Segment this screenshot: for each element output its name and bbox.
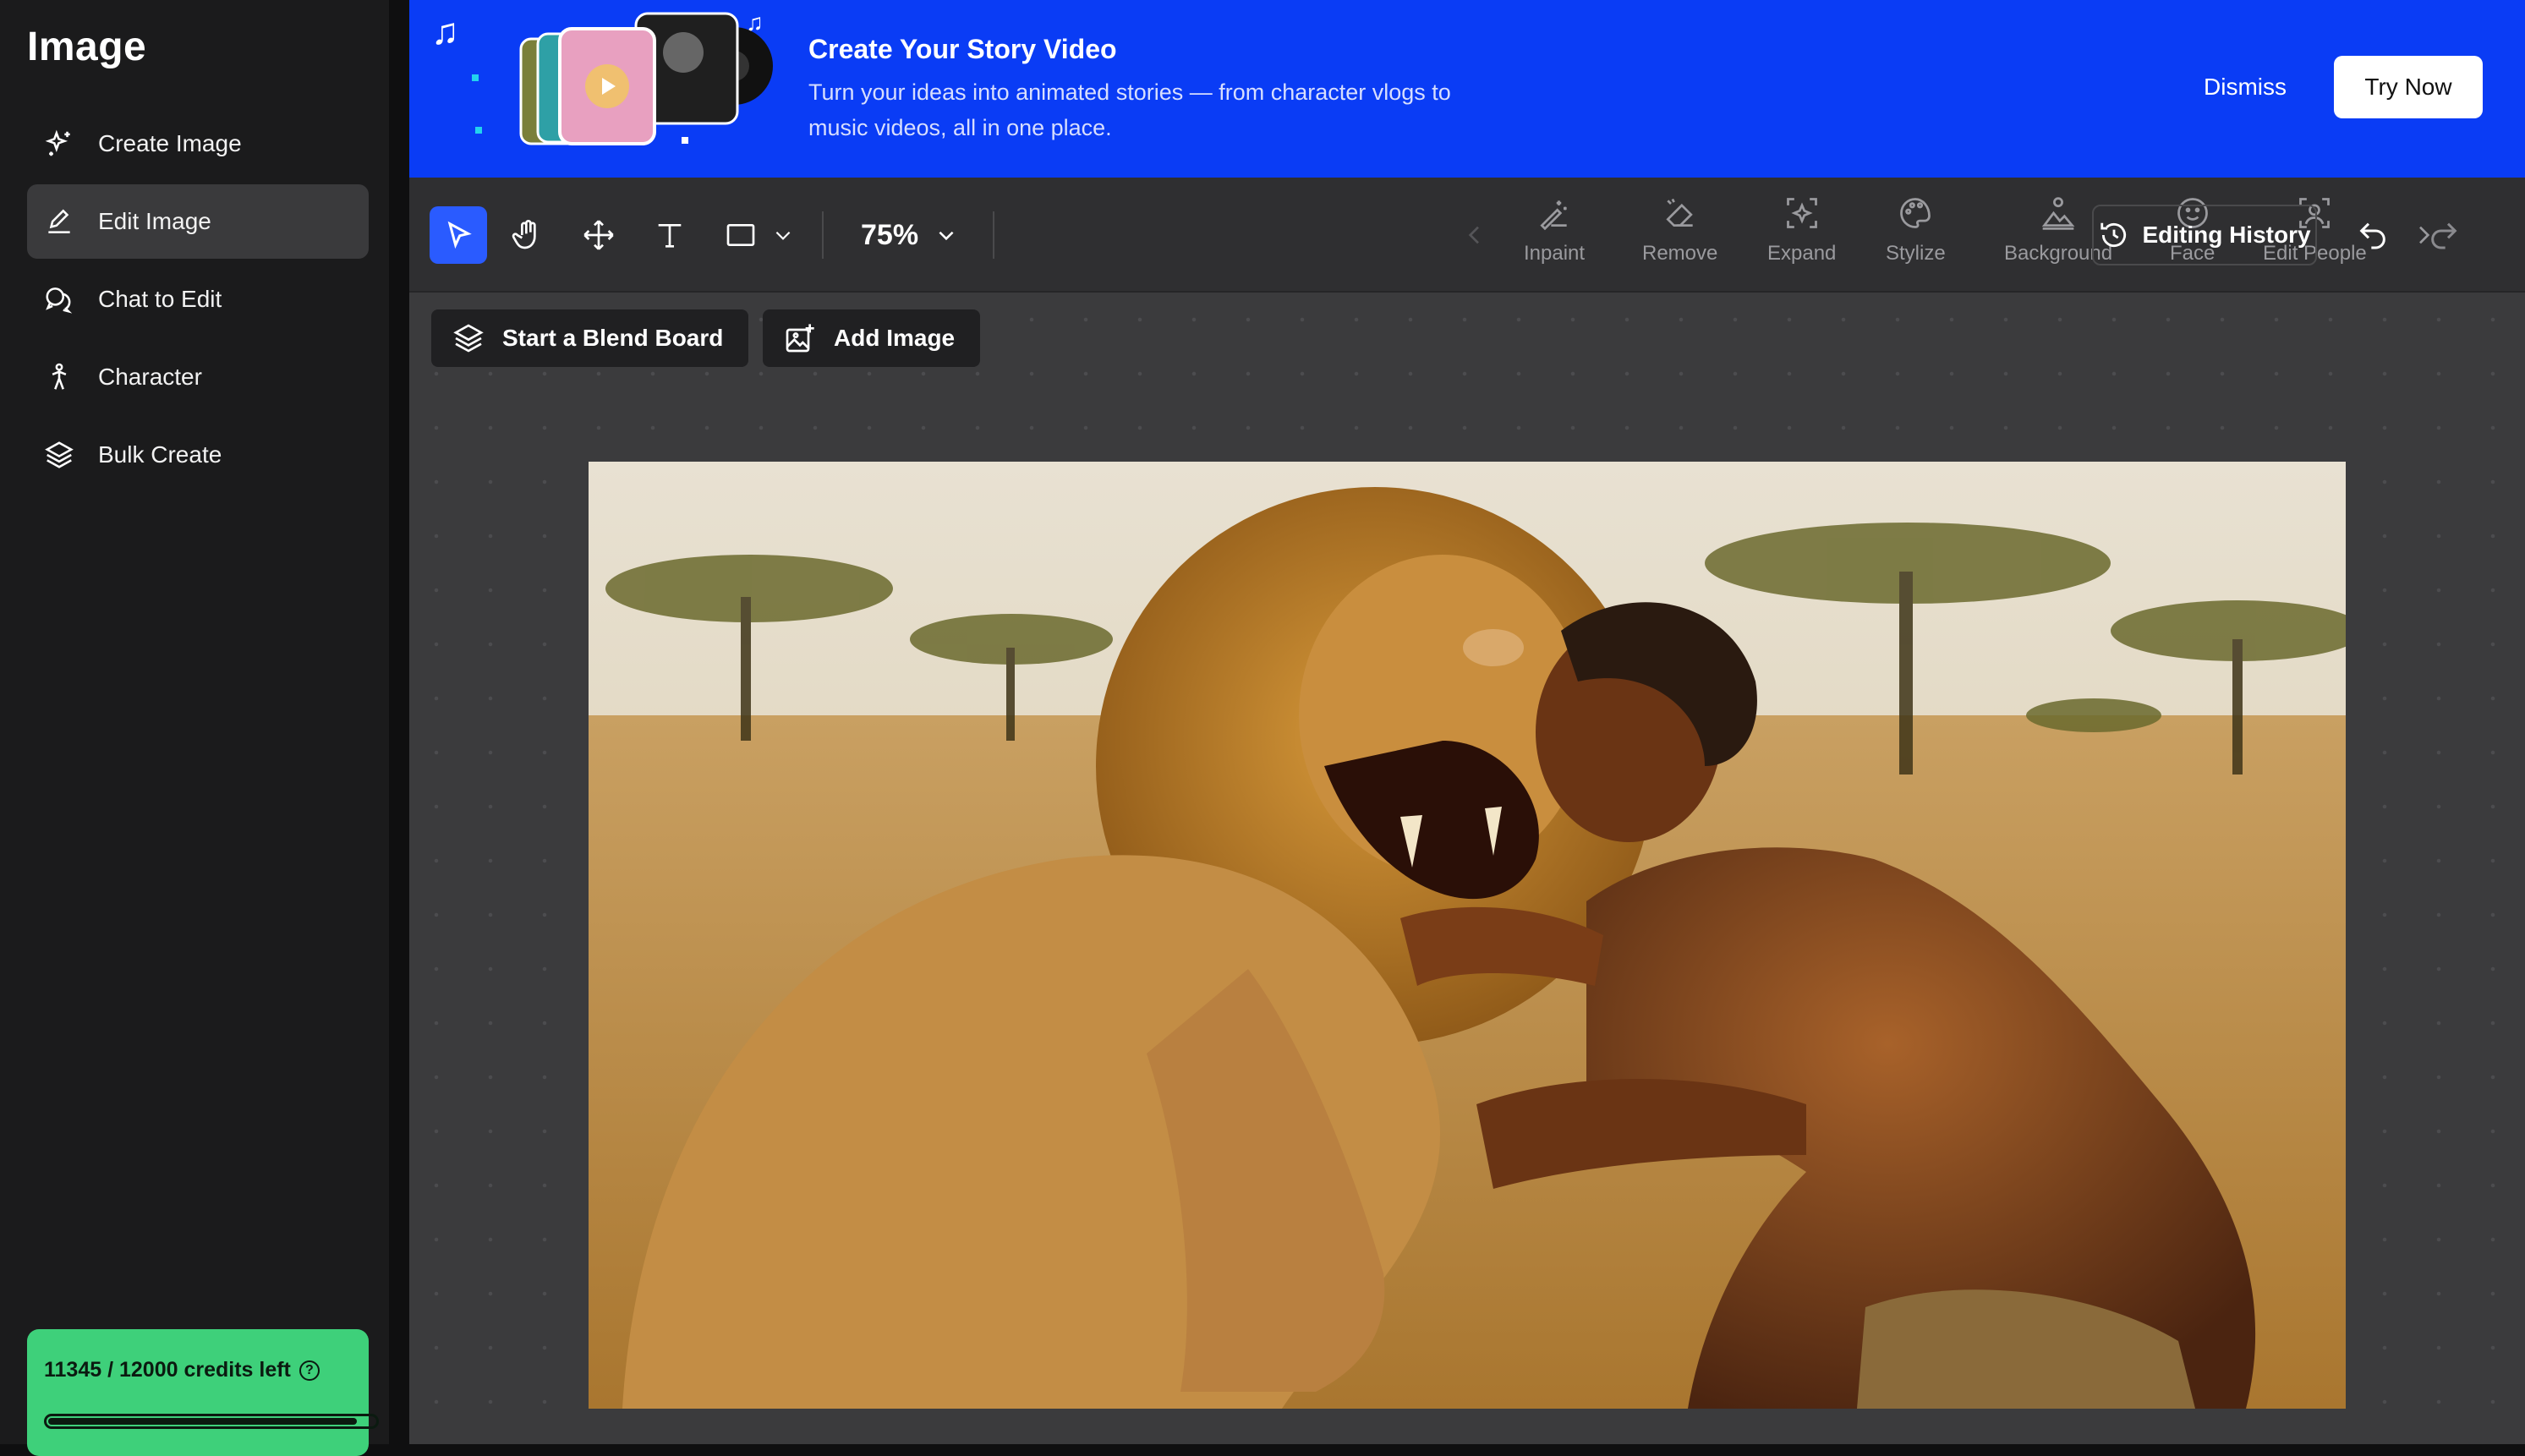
- zoom-value: 75%: [861, 218, 919, 251]
- sidebar-title: Image: [27, 25, 147, 69]
- hand-tool-button[interactable]: [499, 206, 556, 264]
- tool-label: Remove: [1642, 242, 1718, 265]
- editing-history-label: Editing History: [2142, 222, 2311, 248]
- expand-tool[interactable]: Expand: [1767, 194, 1836, 279]
- person-running-icon: [42, 360, 76, 394]
- rectangle-icon: [726, 224, 755, 246]
- magic-brush-icon: [1540, 200, 1567, 231]
- chat-bubbles-icon: [42, 282, 76, 316]
- sidebar-item-character[interactable]: Character: [27, 340, 369, 414]
- sidebar-nav: Create Image Edit Image Chat to Edit Cha…: [27, 107, 369, 495]
- sidebar-item-label: Chat to Edit: [98, 286, 222, 312]
- tool-label: Expand: [1767, 242, 1837, 265]
- add-image-icon: [786, 324, 814, 353]
- svg-text:♫: ♫: [431, 11, 459, 52]
- editor-canvas[interactable]: Start a Blend Board Add Image: [409, 293, 2525, 1444]
- credits-progress-bar: [44, 1414, 379, 1429]
- redo-icon: [2431, 222, 2457, 249]
- add-image-button[interactable]: Add Image: [763, 309, 981, 367]
- inpaint-tool[interactable]: Inpaint: [1524, 194, 1585, 279]
- sidebar-item-label: Bulk Create: [98, 441, 222, 468]
- eraser-icon: [1666, 198, 1693, 227]
- credits-card[interactable]: 11345 / 12000 credits left ?: [27, 1329, 379, 1456]
- chevron-left-icon[interactable]: [1461, 222, 1488, 249]
- move-arrows-icon: [583, 220, 614, 250]
- start-blend-board-button[interactable]: Start a Blend Board: [431, 309, 749, 367]
- stylize-tool[interactable]: Stylize: [1886, 194, 1946, 279]
- redo-button[interactable]: [2415, 206, 2473, 264]
- banner-artwork: ♫ ♫: [431, 9, 773, 145]
- toolbar-divider: [822, 211, 824, 259]
- palette-icon: [1900, 198, 1931, 228]
- pencil-icon: [42, 205, 76, 238]
- sidebar-item-bulk-create[interactable]: Bulk Create: [27, 418, 369, 492]
- expand-sparkle-icon: [1786, 198, 1817, 228]
- tool-label: Inpaint: [1524, 242, 1586, 265]
- sidebar-item-chat-to-edit[interactable]: Chat to Edit: [27, 262, 369, 337]
- shape-dropdown-button[interactable]: [766, 206, 800, 264]
- blend-board-label: Start a Blend Board: [502, 325, 724, 351]
- sparkle-icon: [42, 127, 76, 161]
- undo-icon: [2359, 222, 2385, 249]
- layers-icon: [453, 324, 484, 353]
- chevron-down-icon: [775, 231, 791, 240]
- editing-history-button[interactable]: Editing History: [2092, 205, 2317, 265]
- credits-label: 11345 / 12000 credits left ?: [44, 1358, 320, 1382]
- shape-tool-button[interactable]: [712, 206, 770, 264]
- select-tool-button[interactable]: [430, 206, 487, 264]
- sidebar: Image Create Image Edit Image Chat to Ed…: [0, 0, 389, 1456]
- canvas-image[interactable]: [589, 462, 2346, 1409]
- layers-icon: [42, 438, 76, 472]
- sidebar-item-create-image[interactable]: Create Image: [27, 107, 369, 181]
- dismiss-button[interactable]: Dismiss: [2173, 59, 2317, 115]
- move-tool-button[interactable]: [570, 206, 627, 264]
- zoom-select[interactable]: 75%: [861, 206, 957, 264]
- editor-toolbar: 75% Inpaint Remove Expand Stylize Backgr…: [409, 178, 2525, 293]
- remove-tool[interactable]: Remove: [1642, 194, 1717, 279]
- cursor-arrow-icon: [447, 221, 472, 249]
- sidebar-item-label: Create Image: [98, 130, 242, 156]
- tool-label: Stylize: [1886, 242, 1946, 265]
- try-now-button[interactable]: Try Now: [2334, 56, 2483, 118]
- banner-subtitle: Turn your ideas into animated stories — …: [808, 79, 1451, 140]
- banner-title: Create Your Story Video: [808, 34, 1117, 64]
- hand-icon: [512, 220, 536, 249]
- chevron-down-icon: [939, 231, 954, 241]
- credits-progress-fill: [48, 1418, 357, 1425]
- undo-button[interactable]: [2344, 206, 2402, 264]
- credits-text: 11345 / 12000 credits left: [44, 1358, 291, 1382]
- promo-banner: ♫ ♫ Create Your Story Video Turn your id…: [409, 0, 2525, 178]
- landscape-icon: [2041, 197, 2075, 230]
- question-circle-icon[interactable]: ?: [299, 1360, 320, 1381]
- text-tool-button[interactable]: [641, 206, 698, 264]
- toolbar-divider: [993, 211, 994, 259]
- history-clock-icon: [2101, 222, 2127, 248]
- add-image-label: Add Image: [834, 325, 956, 351]
- sidebar-item-edit-image[interactable]: Edit Image: [27, 184, 369, 259]
- sidebar-item-label: Edit Image: [98, 208, 211, 234]
- text-t-icon: [658, 224, 682, 248]
- sidebar-item-label: Character: [98, 364, 202, 390]
- main-area: ♫ ♫ Create Your Story Video Turn your id…: [409, 0, 2525, 1444]
